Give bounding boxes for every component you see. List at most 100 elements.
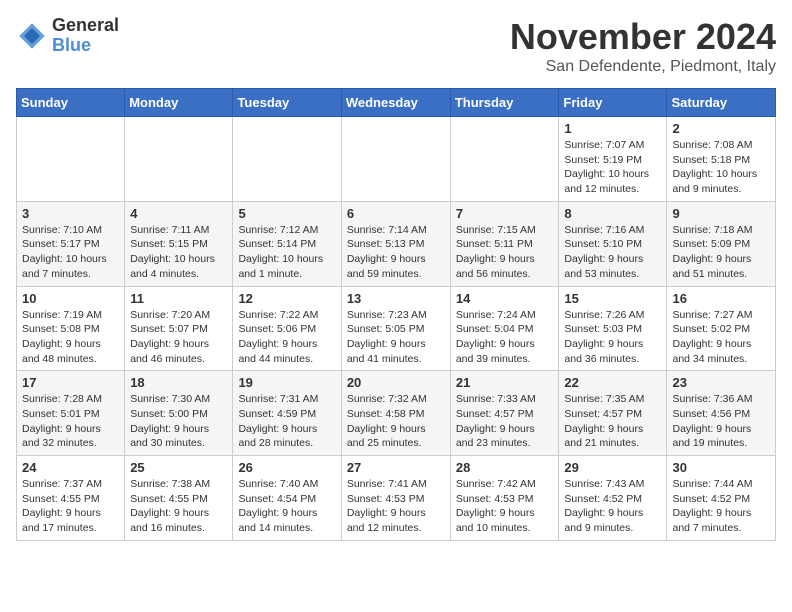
calendar-cell: 20Sunrise: 7:32 AM Sunset: 4:58 PM Dayli… (341, 371, 450, 456)
day-info: Sunrise: 7:07 AM Sunset: 5:19 PM Dayligh… (564, 138, 661, 197)
calendar-cell (233, 117, 341, 202)
day-number: 26 (238, 460, 335, 475)
day-number: 16 (672, 291, 770, 306)
calendar-week-3: 17Sunrise: 7:28 AM Sunset: 5:01 PM Dayli… (17, 371, 776, 456)
day-info: Sunrise: 7:20 AM Sunset: 5:07 PM Dayligh… (130, 308, 227, 367)
logo-line1: General (52, 16, 119, 36)
calendar: SundayMondayTuesdayWednesdayThursdayFrid… (16, 88, 776, 541)
day-number: 9 (672, 206, 770, 221)
day-number: 25 (130, 460, 227, 475)
day-info: Sunrise: 7:23 AM Sunset: 5:05 PM Dayligh… (347, 308, 445, 367)
calendar-cell: 26 Sunrise: 7:40 AM Sunset: 4:54 PM Dayli… (233, 456, 341, 541)
calendar-cell (341, 117, 450, 202)
calendar-cell: 3 Sunrise: 7:10 AM Sunset: 5:17 PM Daylig… (17, 201, 125, 286)
day-number: 5 (238, 206, 335, 221)
day-number: 10 (22, 291, 119, 306)
day-info: Sunrise: 7:33 AM Sunset: 4:57 PM Dayligh… (456, 392, 554, 451)
weekday-header-wednesday: Wednesday (341, 89, 450, 117)
calendar-week-1: 3 Sunrise: 7:10 AM Sunset: 5:17 PM Daylig… (17, 201, 776, 286)
day-info: Sunrise: 7:10 AM Sunset: 5:17 PM Dayligh… (22, 223, 119, 282)
day-info: Sunrise: 7:42 AM Sunset: 4:53 PM Dayligh… (456, 477, 554, 536)
day-number: 20 (347, 375, 445, 390)
day-info: Sunrise: 7:27 AM Sunset: 5:02 PM Dayligh… (672, 308, 770, 367)
day-info: Sunrise: 7:12 AM Sunset: 5:14 PM Dayligh… (238, 223, 335, 282)
logo-line2: Blue (52, 36, 119, 56)
calendar-week-0: 1 Sunrise: 7:07 AM Sunset: 5:19 PM Daylig… (17, 117, 776, 202)
calendar-cell: 19Sunrise: 7:31 AM Sunset: 4:59 PM Dayli… (233, 371, 341, 456)
day-info: Sunrise: 7:14 AM Sunset: 5:13 PM Dayligh… (347, 223, 445, 282)
calendar-cell: 22 Sunrise: 7:35 AM Sunset: 4:57 PM Dayli… (559, 371, 667, 456)
day-number: 6 (347, 206, 445, 221)
calendar-cell: 16 Sunrise: 7:27 AM Sunset: 5:02 PM Dayli… (667, 286, 776, 371)
location-title: San Defendente, Piedmont, Italy (510, 58, 776, 76)
title-area: November 2024 San Defendente, Piedmont, … (510, 16, 776, 76)
calendar-cell: 2Sunrise: 7:08 AM Sunset: 5:18 PM Daylig… (667, 117, 776, 202)
calendar-cell: 5 Sunrise: 7:12 AM Sunset: 5:14 PM Daylig… (233, 201, 341, 286)
day-info: Sunrise: 7:36 AM Sunset: 4:56 PM Dayligh… (672, 392, 770, 451)
day-number: 27 (347, 460, 445, 475)
weekday-header-thursday: Thursday (450, 89, 559, 117)
day-number: 19 (238, 375, 335, 390)
day-number: 3 (22, 206, 119, 221)
day-number: 12 (238, 291, 335, 306)
day-info: Sunrise: 7:22 AM Sunset: 5:06 PM Dayligh… (238, 308, 335, 367)
day-info: Sunrise: 7:41 AM Sunset: 4:53 PM Dayligh… (347, 477, 445, 536)
day-number: 29 (564, 460, 661, 475)
weekday-header-friday: Friday (559, 89, 667, 117)
calendar-cell (450, 117, 559, 202)
calendar-cell: 29Sunrise: 7:43 AM Sunset: 4:52 PM Dayli… (559, 456, 667, 541)
calendar-cell: 28Sunrise: 7:42 AM Sunset: 4:53 PM Dayli… (450, 456, 559, 541)
weekday-header-monday: Monday (125, 89, 233, 117)
day-info: Sunrise: 7:44 AM Sunset: 4:52 PM Dayligh… (672, 477, 770, 536)
calendar-cell: 13 Sunrise: 7:23 AM Sunset: 5:05 PM Dayli… (341, 286, 450, 371)
weekday-header-saturday: Saturday (667, 89, 776, 117)
day-info: Sunrise: 7:18 AM Sunset: 5:09 PM Dayligh… (672, 223, 770, 282)
day-info: Sunrise: 7:15 AM Sunset: 5:11 PM Dayligh… (456, 223, 554, 282)
calendar-cell: 17Sunrise: 7:28 AM Sunset: 5:01 PM Dayli… (17, 371, 125, 456)
calendar-cell: 11Sunrise: 7:20 AM Sunset: 5:07 PM Dayli… (125, 286, 233, 371)
day-info: Sunrise: 7:24 AM Sunset: 5:04 PM Dayligh… (456, 308, 554, 367)
day-number: 18 (130, 375, 227, 390)
month-title: November 2024 (510, 16, 776, 58)
calendar-cell: 14 Sunrise: 7:24 AM Sunset: 5:04 PM Dayli… (450, 286, 559, 371)
day-info: Sunrise: 7:40 AM Sunset: 4:54 PM Dayligh… (238, 477, 335, 536)
calendar-cell: 10 Sunrise: 7:19 AM Sunset: 5:08 PM Dayli… (17, 286, 125, 371)
day-number: 13 (347, 291, 445, 306)
weekday-header-tuesday: Tuesday (233, 89, 341, 117)
day-number: 21 (456, 375, 554, 390)
calendar-week-4: 24Sunrise: 7:37 AM Sunset: 4:55 PM Dayli… (17, 456, 776, 541)
calendar-cell: 24Sunrise: 7:37 AM Sunset: 4:55 PM Dayli… (17, 456, 125, 541)
day-number: 1 (564, 121, 661, 136)
day-number: 22 (564, 375, 661, 390)
calendar-cell: 7Sunrise: 7:15 AM Sunset: 5:11 PM Daylig… (450, 201, 559, 286)
calendar-cell: 9 Sunrise: 7:18 AM Sunset: 5:09 PM Daylig… (667, 201, 776, 286)
calendar-cell: 21 Sunrise: 7:33 AM Sunset: 4:57 PM Dayli… (450, 371, 559, 456)
calendar-cell: 4Sunrise: 7:11 AM Sunset: 5:15 PM Daylig… (125, 201, 233, 286)
day-number: 30 (672, 460, 770, 475)
calendar-cell: 30 Sunrise: 7:44 AM Sunset: 4:52 PM Dayli… (667, 456, 776, 541)
day-number: 17 (22, 375, 119, 390)
day-number: 14 (456, 291, 554, 306)
calendar-week-2: 10 Sunrise: 7:19 AM Sunset: 5:08 PM Dayli… (17, 286, 776, 371)
weekday-header-sunday: Sunday (17, 89, 125, 117)
calendar-cell: 6 Sunrise: 7:14 AM Sunset: 5:13 PM Daylig… (341, 201, 450, 286)
day-info: Sunrise: 7:38 AM Sunset: 4:55 PM Dayligh… (130, 477, 227, 536)
day-number: 23 (672, 375, 770, 390)
day-info: Sunrise: 7:35 AM Sunset: 4:57 PM Dayligh… (564, 392, 661, 451)
calendar-cell: 23 Sunrise: 7:36 AM Sunset: 4:56 PM Dayli… (667, 371, 776, 456)
calendar-cell: 15 Sunrise: 7:26 AM Sunset: 5:03 PM Dayli… (559, 286, 667, 371)
day-info: Sunrise: 7:11 AM Sunset: 5:15 PM Dayligh… (130, 223, 227, 282)
calendar-cell (125, 117, 233, 202)
day-number: 15 (564, 291, 661, 306)
calendar-cell: 1 Sunrise: 7:07 AM Sunset: 5:19 PM Daylig… (559, 117, 667, 202)
day-info: Sunrise: 7:16 AM Sunset: 5:10 PM Dayligh… (564, 223, 661, 282)
logo-text: General Blue (52, 16, 119, 56)
day-info: Sunrise: 7:08 AM Sunset: 5:18 PM Dayligh… (672, 138, 770, 197)
calendar-cell: 8 Sunrise: 7:16 AM Sunset: 5:10 PM Daylig… (559, 201, 667, 286)
day-info: Sunrise: 7:26 AM Sunset: 5:03 PM Dayligh… (564, 308, 661, 367)
logo: General Blue (16, 16, 119, 56)
day-info: Sunrise: 7:19 AM Sunset: 5:08 PM Dayligh… (22, 308, 119, 367)
day-number: 8 (564, 206, 661, 221)
day-info: Sunrise: 7:30 AM Sunset: 5:00 PM Dayligh… (130, 392, 227, 451)
header: General Blue November 2024 San Defendent… (16, 16, 776, 76)
